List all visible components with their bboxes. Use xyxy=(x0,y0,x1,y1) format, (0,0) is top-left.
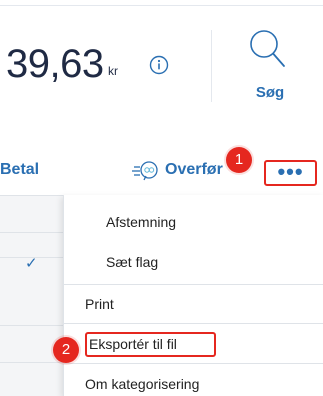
top-divider xyxy=(0,5,323,6)
menu-divider xyxy=(64,323,323,324)
more-options-menu: Afstemning Sæt flag Print Eksportér til … xyxy=(63,195,323,396)
step-marker-2: 2 xyxy=(53,337,79,363)
list-divider xyxy=(0,195,63,196)
list-divider xyxy=(0,232,63,233)
search-button[interactable]: Søg xyxy=(238,26,302,108)
menu-item-set-flag[interactable]: Sæt flag xyxy=(64,254,323,270)
pay-button[interactable]: Betal xyxy=(0,161,39,179)
balance-amount: 39,63 xyxy=(6,42,104,86)
header-separator xyxy=(211,30,212,102)
info-icon[interactable] xyxy=(149,55,169,75)
list-divider xyxy=(0,325,63,326)
menu-divider xyxy=(64,363,323,364)
background-list xyxy=(0,195,63,396)
search-label: Søg xyxy=(255,84,285,101)
menu-item-about-categorization[interactable]: Om kategorisering xyxy=(64,376,323,392)
menu-divider xyxy=(64,284,323,285)
list-divider xyxy=(0,362,63,363)
more-dots-icon: ••• xyxy=(277,159,304,184)
export-highlight xyxy=(85,332,216,357)
menu-item-print[interactable]: Print xyxy=(64,296,323,312)
transfer-icon xyxy=(132,160,160,182)
menu-item-reconcile[interactable]: Afstemning xyxy=(64,214,323,230)
step-marker-1: 1 xyxy=(226,147,252,173)
search-icon xyxy=(246,26,290,72)
check-icon: ✓ xyxy=(25,255,38,272)
more-options-button[interactable]: ••• xyxy=(264,160,317,186)
balance-currency: kr xyxy=(108,64,118,78)
